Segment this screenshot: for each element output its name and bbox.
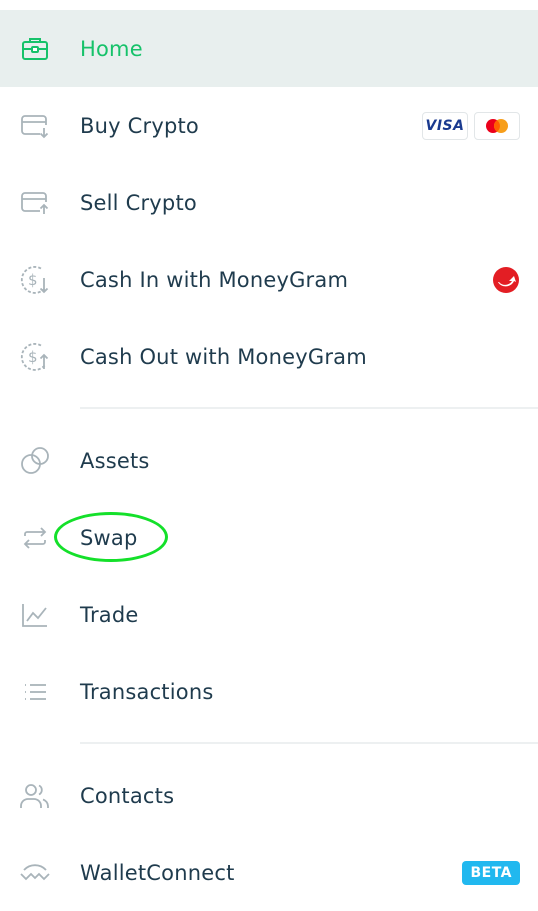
- menu-item-sell-crypto[interactable]: Sell Crypto: [0, 164, 538, 241]
- menu-item-home[interactable]: Home: [0, 10, 538, 87]
- moneygram-badge: [492, 266, 520, 294]
- users-icon: [18, 779, 52, 813]
- menu-item-assets[interactable]: Assets: [0, 422, 538, 499]
- menu-item-contacts[interactable]: Contacts: [0, 757, 538, 834]
- list-icon: [18, 675, 52, 709]
- menu-item-label: WalletConnect: [80, 860, 235, 885]
- menu-item-transactions[interactable]: Transactions: [0, 653, 538, 730]
- card-download-icon: [18, 109, 52, 143]
- menu-item-label: Cash In with MoneyGram: [80, 267, 349, 292]
- menu-item-label: Cash Out with MoneyGram: [80, 344, 367, 369]
- menu-item-label: Transactions: [80, 679, 214, 704]
- menu-item-label: Trade: [80, 602, 139, 627]
- menu-item-buy-crypto[interactable]: Buy Crypto VISA: [0, 87, 538, 164]
- menu-item-label: Buy Crypto: [80, 113, 199, 138]
- menu-item-cash-in[interactable]: $ Cash In with MoneyGram: [0, 241, 538, 318]
- menu-item-label: Home: [80, 36, 143, 61]
- dollar-down-icon: $: [18, 263, 52, 297]
- swap-arrows-icon: [18, 521, 52, 555]
- coins-icon: [18, 444, 52, 478]
- card-upload-icon: [18, 186, 52, 220]
- mastercard-badge: [474, 111, 520, 140]
- visa-logo: VISA: [425, 117, 465, 134]
- section-divider: [80, 742, 538, 744]
- beta-badge: BETA: [462, 860, 520, 885]
- side-menu: Home Buy Crypto VISA Sell Crypto $ Cash …: [0, 0, 538, 898]
- section-divider: [80, 407, 538, 409]
- chart-line-icon: [18, 598, 52, 632]
- svg-text:$: $: [28, 348, 38, 366]
- walletconnect-icon: [18, 856, 52, 890]
- menu-item-label: Contacts: [80, 783, 175, 808]
- briefcase-icon: [18, 32, 52, 66]
- payment-badges: VISA: [422, 111, 520, 140]
- beta-badge-wrap: BETA: [462, 860, 520, 885]
- menu-item-trade[interactable]: Trade: [0, 576, 538, 653]
- menu-item-cash-out[interactable]: $ Cash Out with MoneyGram: [0, 318, 538, 395]
- moneygram-logo-icon: [493, 266, 519, 293]
- swap-highlight-circle: [54, 512, 168, 562]
- visa-badge: VISA: [422, 111, 468, 140]
- menu-item-label: Assets: [80, 448, 150, 473]
- mastercard-icon: [486, 118, 508, 133]
- svg-text:$: $: [28, 271, 38, 289]
- menu-item-label: Sell Crypto: [80, 190, 197, 215]
- dollar-up-icon: $: [18, 340, 52, 374]
- menu-item-walletconnect[interactable]: WalletConnect BETA: [0, 834, 538, 911]
